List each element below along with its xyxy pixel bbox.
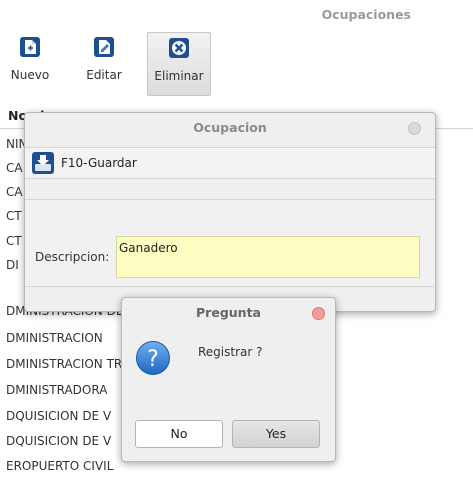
new-button[interactable]: Nuevo [6, 32, 54, 94]
window-title: Ocupaciones [321, 7, 411, 22]
list-item[interactable]: CA [6, 180, 23, 204]
dialog-toolbar: F10-Guardar [25, 147, 435, 179]
list-item[interactable]: CT [6, 229, 22, 253]
question-close-button[interactable] [312, 307, 325, 320]
list-item[interactable]: EROPUERTO CIVIL [6, 454, 113, 478]
edit-button[interactable]: Editar [80, 32, 128, 94]
new-document-icon [20, 37, 40, 57]
question-title: Pregunta [196, 305, 261, 320]
question-message: Registrar ? [198, 345, 263, 359]
ocupacion-dialog: Ocupacion F10-Guardar Descripcion: Ganad… [24, 112, 436, 312]
edit-button-label: Editar [86, 68, 122, 82]
yes-button[interactable]: Yes [232, 420, 320, 448]
list-item[interactable]: DMINISTRADORA [6, 378, 107, 402]
save-download-icon [32, 152, 54, 174]
save-button-label: F10-Guardar [61, 156, 137, 170]
new-button-label: Nuevo [10, 68, 50, 82]
no-button[interactable]: No [135, 420, 223, 448]
toolbar: Nuevo Editar Eliminar [0, 32, 212, 96]
svg-text:?: ? [147, 347, 159, 372]
descripcion-label: Descripcion: [35, 250, 110, 264]
descripcion-field[interactable]: Ganadero [116, 236, 420, 278]
pregunta-dialog: Pregunta ? Registrar ? No Yes [121, 297, 336, 462]
question-mark-icon: ? [136, 341, 170, 375]
edit-document-icon [94, 37, 114, 57]
delete-button-label: Eliminar [154, 69, 204, 83]
list-item[interactable]: CA [6, 156, 23, 180]
dialog-form: Descripcion: Ganadero [25, 199, 434, 287]
dialog-title: Ocupacion [193, 120, 267, 135]
list-item[interactable]: DMINISTRACION [6, 326, 103, 350]
list-item[interactable]: DQUISICION DE V [6, 429, 111, 453]
list-item[interactable]: CT [6, 204, 22, 228]
list-item[interactable]: DQUISICION DE V [6, 404, 111, 428]
dialog-close-button[interactable] [408, 122, 421, 135]
delete-button[interactable]: Eliminar [147, 32, 211, 96]
delete-x-icon [169, 38, 189, 58]
list-item[interactable]: DI [6, 253, 19, 277]
